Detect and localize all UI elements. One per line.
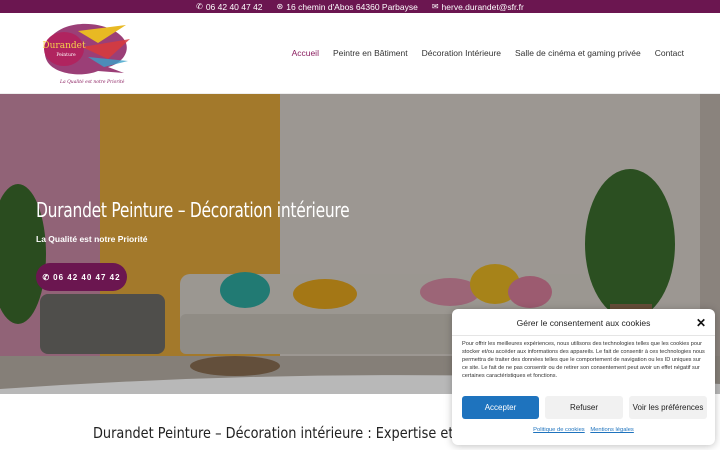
topbar-phone-text: 06 42 40 47 42 [205,1,263,12]
svg-text:La Qualité est notre Priorité: La Qualité est notre Priorité [59,78,125,85]
nav-contact[interactable]: Contact [655,48,684,58]
legal-notice-link[interactable]: Mentions légales [590,427,634,433]
hero-subtitle: La Qualité est notre Priorité [36,234,148,244]
section-title: Durandet Peinture – Décoration intérieur… [93,424,493,442]
site-header: Durandet Peinture La Qualité est notre P… [0,13,720,94]
cookie-dialog-text: Pour offrir les meilleures expériences, … [462,341,705,379]
preferences-button[interactable]: Voir les préférences [629,396,707,419]
site-logo[interactable]: Durandet Peinture La Qualité est notre P… [38,21,132,91]
cookie-policy-link[interactable]: Politique de cookies [533,427,585,433]
nav-peintre-batiment[interactable]: Peintre en Bâtiment [333,48,408,58]
hero-title: Durandet Peinture – Décoration intérieur… [36,198,350,222]
nav-decoration-interieure[interactable]: Décoration Intérieure [422,48,501,58]
location-icon: ⊛ [276,1,284,11]
topbar-email[interactable]: ✉ herve.durandet@sfr.fr [432,2,524,12]
cookie-dialog-title: Gérer le consentement aux cookies [516,318,651,328]
cookie-dialog-links: Politique de cookies Mentions légales [452,427,715,433]
refuse-button[interactable]: Refuser [545,396,623,419]
svg-text:Peinture: Peinture [56,52,76,58]
phone-icon: ✆ [196,1,203,11]
nav-salle-cinema[interactable]: Salle de cinéma et gaming privée [515,48,641,58]
topbar-address: ⊛ 16 chemin d'Abos 64360 Parbayse [277,2,418,12]
nav-accueil[interactable]: Accueil [292,48,319,58]
main-nav: Accueil Peintre en Bâtiment Décoration I… [292,48,684,58]
topbar-email-text: herve.durandet@sfr.fr [441,1,524,12]
mail-icon: ✉ [431,1,439,11]
close-icon[interactable]: ✕ [696,316,706,330]
phone-icon: ✆ [42,272,51,282]
accept-button[interactable]: Accepter [462,396,539,419]
cookie-consent-dialog: Gérer le consentement aux cookies ✕ Pour… [452,309,715,445]
cookie-dialog-divider [452,335,715,336]
hero-call-label: 06 42 40 47 42 [53,272,121,282]
hero-call-button[interactable]: ✆ 06 42 40 47 42 [36,263,127,291]
topbar-phone[interactable]: ✆ 06 42 40 47 42 [196,2,262,12]
topbar-address-text: 16 chemin d'Abos 64360 Parbayse [286,1,418,12]
svg-text:Durandet: Durandet [42,41,86,51]
top-info-bar: ✆ 06 42 40 47 42 ⊛ 16 chemin d'Abos 6436… [0,0,720,13]
